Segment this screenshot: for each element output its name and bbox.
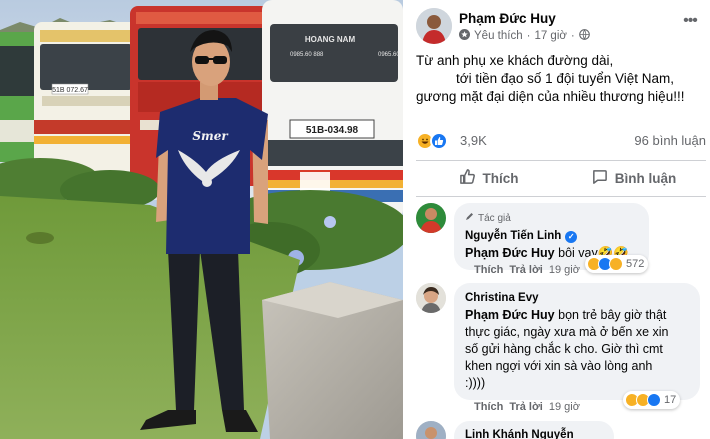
bus-plate: 51B-034.98 <box>306 125 359 136</box>
comment-reactions[interactable]: 572 <box>585 255 649 273</box>
bus-phone-2: 0965.60 <box>378 52 400 58</box>
comment-button-label: Bình luận <box>614 170 677 186</box>
comment-time[interactable]: 19 giờ <box>549 264 580 276</box>
post-time[interactable]: 17 giờ <box>534 30 566 42</box>
post-text-line-2: tới tiền đạo số 1 đội tuyển Việt Nam, <box>456 71 674 86</box>
comment-item: Tác giả Nguyễn Tiến Linh ✓ Phạm Đức Huy … <box>416 203 708 279</box>
commenter-name[interactable]: Christina Evy <box>465 290 689 307</box>
author-badge: Tác giả <box>465 210 638 227</box>
post-header: Phạm Đức Huy Yêu thích · 17 giờ · ••• <box>416 8 706 44</box>
comment-item: Christina Evy Phạm Đức Huy bọn trẻ bây g… <box>416 283 708 415</box>
comment-bubble: Christina Evy Phạm Đức Huy bọn trẻ bây g… <box>454 283 700 400</box>
post-text: Từ anh phụ xe khách đường dài, tới tiền … <box>416 52 708 106</box>
like-button[interactable]: Thích <box>416 161 561 195</box>
comment-text-line: thực giác, ngày xưa mà ở bến xe xin <box>465 325 669 339</box>
meta-separator: · <box>526 30 531 42</box>
bus-sign: HOANG NAM <box>305 35 356 44</box>
comment-actions: Thích Trả lời 19 giờ <box>474 401 580 413</box>
commenter-name[interactable]: Nguyễn Tiến Linh ✓ <box>465 228 638 245</box>
favorites-label[interactable]: Yêu thích <box>474 30 523 42</box>
divider-bottom <box>416 196 706 197</box>
post-meta: Yêu thích · 17 giờ · <box>459 29 590 43</box>
author-badge-label: Tác giả <box>478 213 511 224</box>
comment-reaction-count: 17 <box>664 394 677 406</box>
comment-actions: Thích Trả lời 19 giờ <box>474 264 580 276</box>
reaction-icons[interactable] <box>416 132 448 150</box>
shirt-print-text: Smer <box>192 129 229 143</box>
comment-bubble: Linh Khánh Nguyễn <box>454 421 614 439</box>
comment-bubble-icon <box>591 168 608 188</box>
post-text-line-1: Từ anh phụ xe khách đường dài, <box>416 53 614 68</box>
comment-time[interactable]: 19 giờ <box>549 401 580 413</box>
comment-text-line: :)))) <box>465 376 486 390</box>
comment-item: Linh Khánh Nguyễn <box>416 421 708 439</box>
comment-count[interactable]: 96 bình luận <box>634 133 706 148</box>
commenter-name-text: Christina Evy <box>465 292 539 304</box>
commenter-avatar[interactable] <box>416 421 446 439</box>
bus-phone-1: 0985.60 888 <box>290 52 324 58</box>
comment-reply-button[interactable]: Trả lời <box>509 264 543 276</box>
bus-plate-left: 51B 072.67 <box>52 87 88 94</box>
post-text-line-3: gương mặt đại diện của nhiều thương hiệu… <box>416 89 685 104</box>
comment-reactions[interactable]: 17 <box>623 391 681 409</box>
mention-link[interactable]: Phạm Đức Huy <box>465 308 555 322</box>
more-options-icon[interactable]: ••• <box>680 11 700 31</box>
commenter-name[interactable]: Linh Khánh Nguyễn <box>465 427 603 439</box>
comment-like-button[interactable]: Thích <box>474 401 503 413</box>
like-reaction-icon <box>647 393 661 407</box>
mention-link[interactable]: Phạm Đức Huy <box>465 246 555 260</box>
comment-button[interactable]: Bình luận <box>561 161 706 195</box>
comment-like-button[interactable]: Thích <box>474 264 503 276</box>
comment-text-line: khen ngợi với xin sà vào lòng anh <box>465 359 653 373</box>
favorites-star-icon <box>459 29 470 43</box>
commenter-name-text: Linh Khánh Nguyễn <box>465 429 574 439</box>
comment-text-line: số gửi hàng chắc k cho. Giờ thì cmt <box>465 342 663 356</box>
comment-text-line: bọn trẻ bây giờ thật <box>554 308 667 322</box>
comment-text: Phạm Đức Huy bọn trẻ bây giờ thật <box>465 307 689 324</box>
commenter-name-text: Nguyễn Tiến Linh <box>465 230 562 242</box>
commenter-avatar[interactable] <box>416 203 446 233</box>
post-panel: Phạm Đức Huy Yêu thích · 17 giờ · ••• Từ… <box>403 0 710 439</box>
post-photo[interactable]: 51B 072.67 HOANG NAM 0985.60 888 0965.60… <box>0 0 403 439</box>
haha-reaction-icon <box>609 257 623 271</box>
comment-reply-button[interactable]: Trả lời <box>509 401 543 413</box>
post-stats: 3,9K 96 bình luận <box>416 130 706 152</box>
commenter-avatar[interactable] <box>416 283 446 313</box>
post-actions: Thích Bình luận <box>416 161 706 195</box>
author-badge-icon <box>465 210 475 227</box>
thumbs-up-icon <box>459 168 476 188</box>
like-reaction-icon <box>430 132 448 150</box>
reaction-count[interactable]: 3,9K <box>460 133 487 148</box>
verified-badge-icon: ✓ <box>565 230 578 243</box>
author-name[interactable]: Phạm Đức Huy <box>459 11 556 26</box>
audience-globe-icon <box>578 29 590 43</box>
meta-separator-2: · <box>570 30 575 42</box>
like-button-label: Thích <box>482 170 519 186</box>
author-avatar[interactable] <box>416 8 452 44</box>
comment-reaction-count: 572 <box>626 258 645 270</box>
